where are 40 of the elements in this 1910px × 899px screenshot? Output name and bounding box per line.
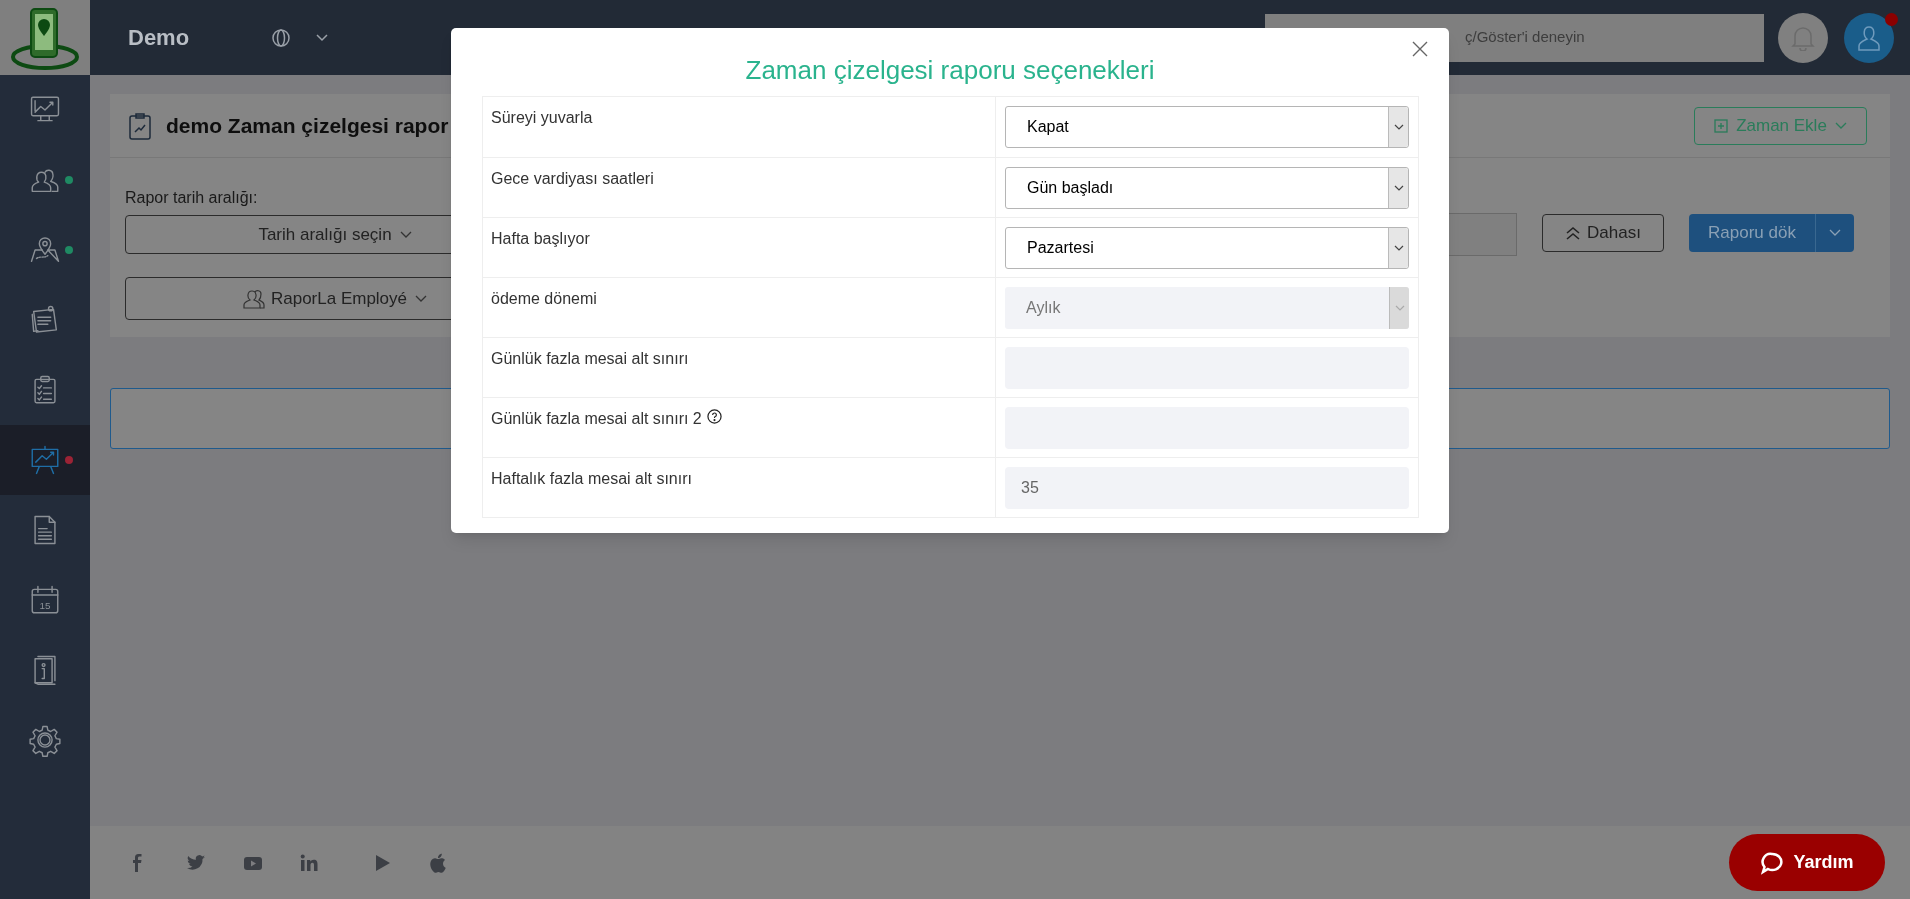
select-value: Pazartesi (1026, 237, 1095, 258)
caret-icon (1393, 124, 1404, 130)
users-icon (242, 288, 265, 309)
dialog-title: Zaman çizelgesi raporu seçenekleri (745, 53, 1155, 87)
option-select[interactable]: Gün başladı (1005, 166, 1409, 209)
more-button[interactable]: Dahası (1542, 214, 1664, 252)
option-label: Süreyi yuvarla (491, 108, 593, 128)
notification-button[interactable] (1778, 12, 1828, 63)
caret-icon (1394, 304, 1405, 311)
help-button[interactable]: Yardım (1729, 834, 1885, 891)
caret-icon (1834, 121, 1847, 130)
option-select[interactable]: Pazartesi (1005, 226, 1409, 269)
date-range-label: Rapor tarih aralığı: (125, 188, 259, 208)
double-chevron-up-icon (1565, 226, 1582, 240)
close-icon[interactable] (1412, 41, 1428, 57)
globe-icon[interactable] (271, 27, 292, 48)
user-icon (1857, 24, 1881, 51)
option-label: Günlük fazla mesai alt sınırı 2 (491, 409, 702, 429)
sidebar-item[interactable] (0, 425, 90, 495)
select-value: Gün başladı (1026, 177, 1115, 198)
caret-icon[interactable] (316, 33, 329, 42)
chat-bubble-icon (1760, 850, 1785, 875)
brand-name: Demo (128, 24, 190, 52)
option-label: Haftalık fazla mesai alt sınırı (491, 469, 692, 489)
select-value: Aylık (1025, 297, 1062, 318)
page-title: demo Zaman çizelgesi rapor (166, 112, 449, 139)
option-label: Gece vardiyası saatleri (491, 169, 654, 189)
select-value: Kapat (1026, 117, 1070, 137)
caret-icon (399, 230, 412, 239)
caret-icon (415, 294, 428, 303)
user-avatar[interactable] (1844, 12, 1894, 63)
clipboard-chart-icon (128, 111, 152, 140)
caret-icon (1393, 244, 1404, 251)
plus-square-icon (1714, 118, 1729, 133)
caret-icon (1393, 184, 1404, 191)
settings-icon (28, 723, 62, 757)
option-label: Günlük fazla mesai alt sınırı (491, 349, 689, 369)
option-select[interactable]: Kapat (1005, 106, 1409, 148)
caret-icon (1829, 229, 1841, 237)
calendar-day: 15 (39, 599, 51, 611)
